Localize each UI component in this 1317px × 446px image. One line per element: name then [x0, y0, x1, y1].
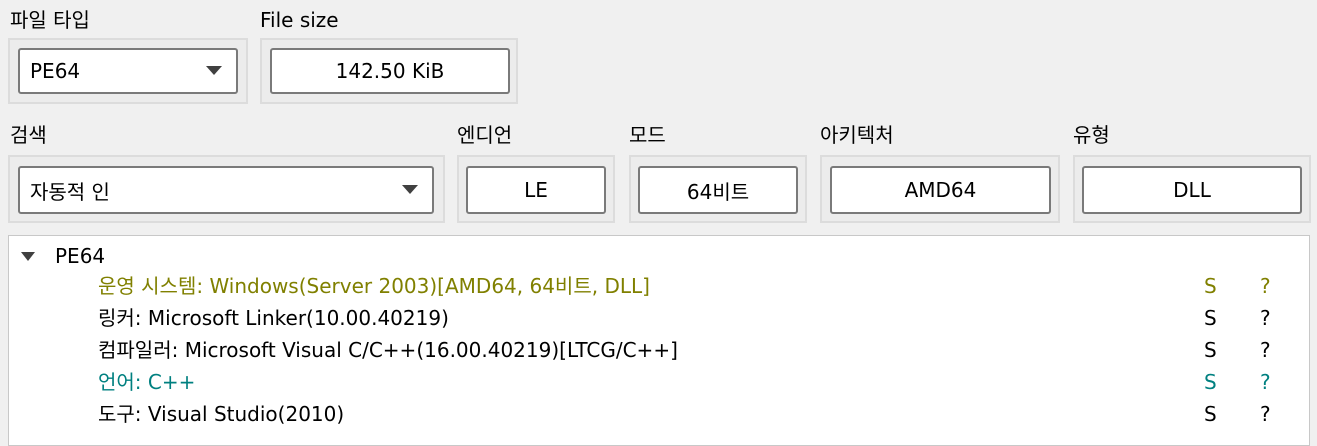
file-type-select[interactable]: PE64: [18, 48, 238, 94]
results-tree[interactable]: PE64 운영 시스템: Windows(Server 2003)[AMD64,…: [8, 235, 1310, 446]
row-info-button[interactable]: ?: [1260, 367, 1271, 398]
tree-root-label: PE64: [55, 244, 106, 268]
file-type-value: PE64: [30, 59, 81, 83]
scan-frame: 자동적 인: [8, 155, 445, 223]
endian-label: 엔디언: [457, 123, 513, 147]
scan-select[interactable]: 자동적 인: [18, 166, 434, 214]
row-s-flag[interactable]: S: [1204, 335, 1217, 366]
type-field[interactable]: DLL: [1082, 166, 1302, 214]
type-frame: DLL: [1073, 155, 1311, 223]
file-type-label: 파일 타입: [10, 8, 90, 32]
tree-row-os[interactable]: 운영 시스템: Windows(Server 2003)[AMD64, 64비트…: [9, 271, 1309, 302]
tree-row-language[interactable]: 언어: C++ S ?: [9, 367, 1309, 398]
file-type-frame: PE64: [8, 38, 248, 104]
arch-label: 아키텍처: [820, 123, 894, 147]
scan-label: 검색: [10, 123, 47, 147]
row-text: 컴파일러: Microsoft Visual C/C++(16.00.40219…: [98, 338, 678, 362]
chevron-down-icon: [402, 185, 418, 194]
row-info-button[interactable]: ?: [1260, 399, 1271, 430]
mode-frame: 64비트: [629, 155, 807, 223]
file-size-frame: 142.50 KiB: [260, 38, 518, 104]
tree-row-compiler[interactable]: 컴파일러: Microsoft Visual C/C++(16.00.40219…: [9, 335, 1309, 366]
expand-triangle-icon[interactable]: [21, 251, 35, 261]
row-text: 도구: Visual Studio(2010): [98, 402, 345, 426]
row-text: 언어: C++: [98, 370, 196, 394]
row-s-flag[interactable]: S: [1204, 303, 1217, 334]
main-window: 파일 타입 PE64 File size 142.50 KiB 검색 자동적 인…: [0, 0, 1317, 446]
mode-field[interactable]: 64비트: [638, 166, 798, 214]
tree-row-linker[interactable]: 링커: Microsoft Linker(10.00.40219) S ?: [9, 303, 1309, 334]
row-s-flag[interactable]: S: [1204, 399, 1217, 430]
chevron-down-icon: [206, 66, 222, 75]
type-label: 유형: [1073, 123, 1110, 147]
scan-value: 자동적 인: [30, 179, 110, 204]
row-info-button[interactable]: ?: [1260, 303, 1271, 334]
row-text: 운영 시스템: Windows(Server 2003)[AMD64, 64비트…: [98, 274, 650, 298]
file-size-label: File size: [260, 8, 339, 32]
row-text: 링커: Microsoft Linker(10.00.40219): [98, 306, 449, 330]
endian-frame: LE: [457, 155, 615, 223]
tree-row-tool[interactable]: 도구: Visual Studio(2010) S ?: [9, 399, 1309, 430]
arch-frame: AMD64: [820, 155, 1060, 223]
row-s-flag[interactable]: S: [1204, 271, 1217, 302]
row-info-button[interactable]: ?: [1260, 335, 1271, 366]
tree-root-item[interactable]: PE64: [21, 244, 105, 268]
row-s-flag[interactable]: S: [1204, 367, 1217, 398]
endian-field[interactable]: LE: [466, 166, 606, 214]
arch-field[interactable]: AMD64: [830, 166, 1051, 214]
row-info-button[interactable]: ?: [1260, 271, 1271, 302]
mode-label: 모드: [629, 123, 666, 147]
file-size-field[interactable]: 142.50 KiB: [270, 48, 510, 94]
